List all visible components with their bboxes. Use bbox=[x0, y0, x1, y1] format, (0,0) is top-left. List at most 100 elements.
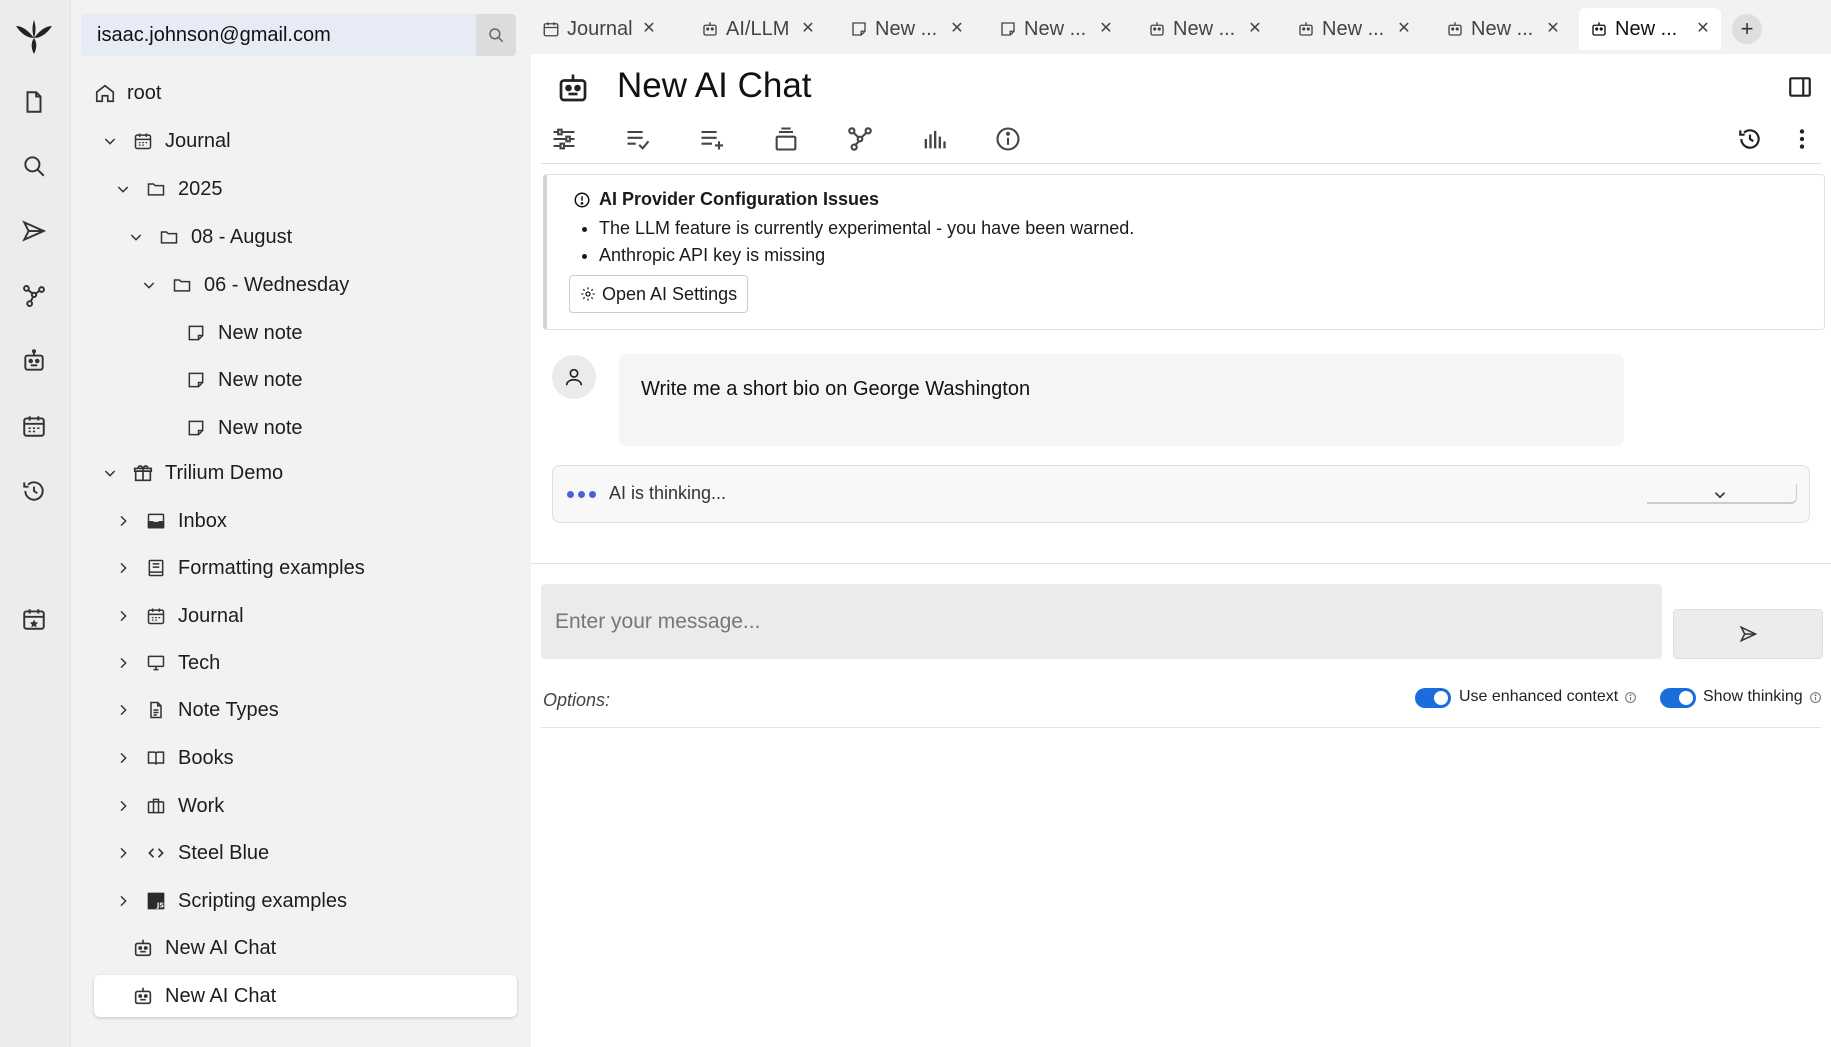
thinking-dots bbox=[567, 491, 600, 498]
tree-item-ai-chat-active[interactable]: New AI Chat bbox=[94, 975, 517, 1017]
tree-item-root[interactable]: root bbox=[93, 72, 161, 114]
tab-label: New ... bbox=[1024, 17, 1087, 40]
bar-chart-icon[interactable] bbox=[918, 123, 950, 155]
info-icon[interactable] bbox=[992, 123, 1024, 155]
send-icon[interactable] bbox=[14, 211, 54, 251]
chevron-right-icon[interactable] bbox=[112, 747, 134, 769]
chevron-right-icon[interactable] bbox=[112, 605, 134, 627]
show-thinking-toggle[interactable] bbox=[1660, 688, 1696, 708]
open-ai-settings-button[interactable]: Open AI Settings bbox=[569, 275, 749, 313]
chevron-right-icon[interactable] bbox=[112, 557, 134, 579]
alert-list: The LLM feature is currently experimenta… bbox=[599, 215, 1134, 269]
tab-new-note[interactable]: New ... ✕ bbox=[988, 8, 1124, 50]
tree-item-scripting-examples[interactable]: JS Scripting examples bbox=[112, 880, 347, 922]
robot-icon bbox=[1589, 19, 1609, 39]
message-input[interactable]: Enter your message... bbox=[541, 584, 1662, 659]
new-tab-button[interactable]: + bbox=[1732, 14, 1762, 44]
briefcase-icon bbox=[144, 794, 168, 818]
tree-item-ai-chat[interactable]: New AI Chat bbox=[131, 927, 276, 969]
ai-chat-icon[interactable] bbox=[14, 341, 54, 381]
warning-info-icon bbox=[573, 191, 591, 209]
info-icon[interactable] bbox=[1624, 691, 1637, 704]
gear-icon bbox=[580, 286, 596, 302]
tree-item-note[interactable]: New note bbox=[184, 359, 303, 401]
tab-new-ai-chat[interactable]: New ... ✕ bbox=[1137, 8, 1273, 50]
tree-item-steel-blue[interactable]: Steel Blue bbox=[112, 832, 269, 874]
enhanced-context-toggle[interactable] bbox=[1415, 688, 1451, 708]
tree-item-work[interactable]: Work bbox=[112, 785, 224, 827]
trilium-logo-icon[interactable] bbox=[14, 16, 54, 56]
chevron-down-icon[interactable] bbox=[112, 178, 134, 200]
tree-item-formatting-examples[interactable]: Formatting examples bbox=[112, 547, 365, 589]
tab-label: New ... bbox=[875, 17, 938, 40]
chevron-down-icon[interactable] bbox=[99, 130, 121, 152]
tree-item-note-types[interactable]: Note Types bbox=[112, 689, 279, 731]
checklist-icon[interactable] bbox=[622, 123, 654, 155]
search-icon[interactable] bbox=[14, 146, 54, 186]
user-message: Write me a short bio on George Washingto… bbox=[619, 354, 1624, 446]
search-input[interactable]: isaac.johnson@gmail.com bbox=[81, 14, 486, 56]
settings-sliders-icon[interactable] bbox=[548, 123, 580, 155]
send-button[interactable] bbox=[1673, 609, 1823, 659]
tab-new-ai-chat[interactable]: New ... ✕ bbox=[1435, 8, 1571, 50]
tree-item-trilium-demo[interactable]: Trilium Demo bbox=[99, 452, 283, 494]
chevron-right-icon[interactable] bbox=[112, 652, 134, 674]
close-icon[interactable]: ✕ bbox=[1543, 18, 1563, 38]
tab-ai-llm[interactable]: AI/LLM ✕ bbox=[690, 8, 826, 50]
tree-item-inbox[interactable]: Inbox bbox=[112, 500, 227, 542]
note-map-icon[interactable] bbox=[14, 276, 54, 316]
right-pane-toggle-icon[interactable] bbox=[1787, 74, 1813, 100]
tree-item-journal[interactable]: Journal bbox=[99, 120, 231, 162]
inbox-icon bbox=[144, 509, 168, 533]
tree-item-2025[interactable]: 2025 bbox=[112, 168, 223, 210]
tree-item-note[interactable]: New note bbox=[184, 312, 303, 354]
close-icon[interactable]: ✕ bbox=[798, 18, 818, 38]
tab-journal[interactable]: Journal ✕ bbox=[531, 8, 667, 50]
collection-icon[interactable] bbox=[770, 123, 802, 155]
chevron-right-icon[interactable] bbox=[112, 795, 134, 817]
history-icon[interactable] bbox=[14, 471, 54, 511]
tree-item-august[interactable]: 08 - August bbox=[125, 216, 292, 258]
close-icon[interactable]: ✕ bbox=[1394, 18, 1414, 38]
tree-item-journal-demo[interactable]: Journal bbox=[112, 595, 244, 637]
tree-item-label: New note bbox=[218, 321, 303, 344]
tree-item-wednesday[interactable]: 06 - Wednesday bbox=[138, 264, 349, 306]
close-icon[interactable]: ✕ bbox=[1245, 18, 1265, 38]
thinking-expand-toggle[interactable] bbox=[1647, 484, 1797, 504]
note-map-icon[interactable] bbox=[844, 123, 876, 155]
close-icon[interactable]: ✕ bbox=[1096, 18, 1116, 38]
close-icon[interactable]: ✕ bbox=[639, 18, 659, 38]
close-icon[interactable]: ✕ bbox=[1693, 18, 1713, 38]
alert-title: AI Provider Configuration Issues bbox=[573, 189, 879, 210]
search-button[interactable] bbox=[476, 14, 516, 56]
calendar-icon[interactable] bbox=[14, 406, 54, 446]
add-list-icon[interactable] bbox=[696, 123, 728, 155]
info-icon[interactable] bbox=[1809, 691, 1822, 704]
chevron-down-icon[interactable] bbox=[125, 226, 147, 248]
tab-new-note[interactable]: New ... ✕ bbox=[839, 8, 975, 50]
options-divider bbox=[541, 727, 1821, 728]
tab-new-ai-chat[interactable]: New ... ✕ bbox=[1286, 8, 1422, 50]
folder-icon bbox=[144, 177, 168, 201]
tree-item-note[interactable]: New note bbox=[184, 407, 303, 449]
close-icon[interactable]: ✕ bbox=[947, 18, 967, 38]
tab-new-ai-chat-active[interactable]: New ... ✕ bbox=[1579, 8, 1721, 50]
chevron-down-icon[interactable] bbox=[99, 462, 121, 484]
note-title[interactable]: New AI Chat bbox=[617, 66, 812, 106]
tree-item-tech[interactable]: Tech bbox=[112, 642, 220, 684]
chevron-right-icon[interactable] bbox=[112, 890, 134, 912]
chevron-right-icon[interactable] bbox=[112, 510, 134, 532]
more-options-icon[interactable] bbox=[1786, 123, 1818, 155]
today-calendar-icon[interactable] bbox=[14, 599, 54, 639]
note-icon bbox=[184, 368, 208, 392]
tree-item-label: Note Types bbox=[178, 698, 279, 721]
monitor-icon bbox=[144, 651, 168, 675]
send-icon bbox=[1738, 624, 1758, 644]
chevron-right-icon[interactable] bbox=[112, 699, 134, 721]
new-note-icon[interactable] bbox=[14, 82, 54, 122]
chevron-down-icon[interactable] bbox=[138, 274, 160, 296]
chevron-right-icon[interactable] bbox=[112, 842, 134, 864]
tree-item-books[interactable]: Books bbox=[112, 737, 234, 779]
enhanced-context-text: Use enhanced context bbox=[1459, 688, 1619, 705]
history-icon[interactable] bbox=[1734, 123, 1766, 155]
